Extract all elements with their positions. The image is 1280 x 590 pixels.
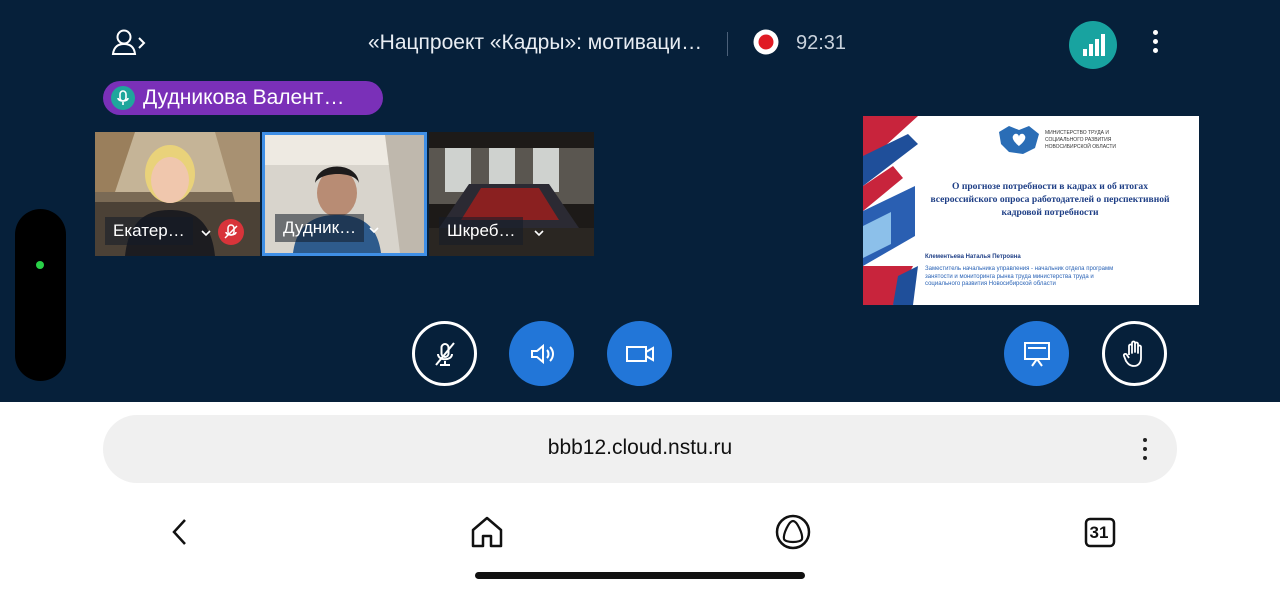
connection-status-button[interactable]: [1069, 21, 1117, 69]
mic-muted-icon: [218, 219, 244, 245]
participants-icon[interactable]: [110, 26, 150, 60]
signal-bars-icon: [1083, 34, 1105, 56]
recording-timer: 92:31: [796, 32, 847, 54]
home-indicator[interactable]: [475, 572, 805, 579]
address-bar[interactable]: bbb12.cloud.nstu.ru: [103, 415, 1177, 483]
slide-decoration: [863, 116, 918, 305]
url-text[interactable]: bbb12.cloud.nstu.ru: [103, 436, 1177, 460]
speaker-icon: [530, 343, 554, 364]
assistant-icon: [775, 514, 811, 550]
browser-menu-icon[interactable]: [1135, 438, 1155, 464]
chevron-down-icon[interactable]: [532, 228, 546, 238]
active-speaker-badge: Дудникова Валент…: [103, 81, 383, 115]
chevron-down-icon[interactable]: [199, 228, 213, 238]
more-options-icon[interactable]: [1145, 30, 1165, 60]
slide-author: Клементьева Наталья Петровна: [925, 254, 1021, 260]
raise-hand-icon: [1122, 340, 1142, 367]
home-button[interactable]: [467, 512, 507, 552]
tab-count: 31: [1089, 523, 1109, 542]
audio-button[interactable]: [509, 321, 574, 386]
mic-muted-icon: [434, 341, 455, 366]
participant-name: Шкреб…: [439, 217, 524, 245]
participant-tile[interactable]: Шкреб…: [429, 132, 594, 256]
participant-tile[interactable]: Екатер…: [95, 132, 260, 256]
ministry-logo-icon: [999, 126, 1039, 154]
video-button[interactable]: [607, 321, 672, 386]
microphone-icon: [111, 86, 135, 110]
camera-active-dot: [36, 261, 44, 269]
active-speaker-name: Дудникова Валент…: [143, 86, 345, 109]
participant-name: Дудник…: [275, 214, 365, 242]
presentation-slide[interactable]: Министерство труда и социального развити…: [863, 116, 1199, 305]
meeting-title: «Нацпроект «Кадры»: мотиваци…: [368, 31, 703, 54]
meeting-area: «Нацпроект «Кадры»: мотиваци… 92:31 Дудн…: [0, 0, 1280, 402]
presentation-icon: [1023, 341, 1050, 367]
assistant-button[interactable]: [773, 512, 813, 552]
title-divider: [727, 32, 728, 56]
raise-hand-button[interactable]: [1102, 321, 1167, 386]
chevron-down-icon[interactable]: [367, 225, 381, 235]
back-arrow-icon: [172, 519, 186, 545]
slide-title: О прогнозе потребности в кадрах и об ито…: [930, 181, 1170, 218]
side-indicator: [15, 209, 66, 381]
recording-icon[interactable]: [752, 28, 780, 56]
mute-button[interactable]: [412, 321, 477, 386]
participant-tile[interactable]: Дудник…: [262, 132, 427, 256]
slide-ministry: Министерство труда и социального развити…: [1045, 130, 1117, 150]
tabs-button[interactable]: 31: [1084, 516, 1116, 548]
home-icon: [471, 516, 503, 548]
camera-icon: [625, 345, 654, 362]
participant-name: Екатер…: [105, 217, 193, 245]
slide-author-position: Заместитель начальника управления - нача…: [925, 266, 1114, 288]
back-button[interactable]: [160, 512, 200, 552]
presentation-button[interactable]: [1004, 321, 1069, 386]
